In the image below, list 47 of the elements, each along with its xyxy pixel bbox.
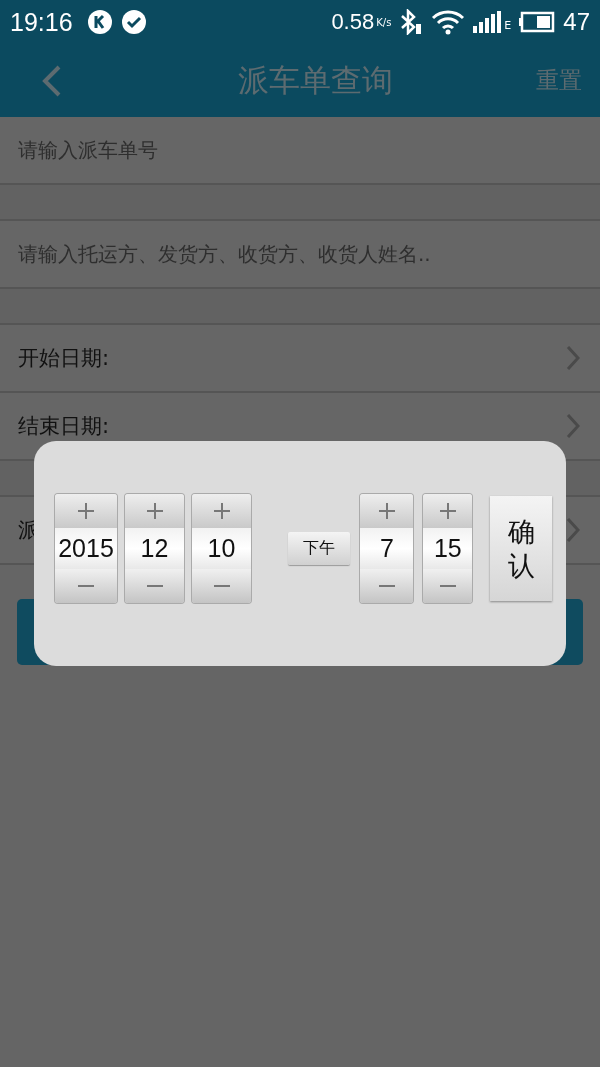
decrement-button[interactable] xyxy=(192,569,251,603)
row-label: 开始日期: xyxy=(18,345,110,372)
plus-icon xyxy=(378,502,395,519)
row-label: 结束日期: xyxy=(18,413,110,440)
network-type: E xyxy=(504,19,512,32)
spinner-value: 7 xyxy=(360,527,414,570)
chevron-right-icon xyxy=(566,413,580,439)
am-pm-toggle[interactable]: 下午 xyxy=(288,532,351,565)
increment-button[interactable] xyxy=(125,494,184,528)
increment-button[interactable] xyxy=(192,494,251,528)
reset-link[interactable]: 重置 xyxy=(536,65,582,96)
battery-level: 47 xyxy=(563,8,590,36)
spinner-value: 12 xyxy=(125,527,184,570)
chevron-right-icon xyxy=(566,517,580,543)
bluetooth-icon xyxy=(399,9,424,35)
minus-icon xyxy=(78,585,94,588)
chevron-right-icon xyxy=(566,345,580,371)
input-field[interactable]: 请输入派车单号 xyxy=(0,117,600,183)
increment-button[interactable] xyxy=(423,494,473,528)
minus-icon xyxy=(439,585,456,588)
spinner-value: 10 xyxy=(192,527,251,570)
k-badge-icon xyxy=(86,9,113,35)
input-field[interactable]: 请输入托运方、发货方、收货方、收货人姓名.. xyxy=(0,221,600,287)
speed-unit: K/s xyxy=(376,16,392,28)
decrement-button[interactable] xyxy=(423,569,473,603)
wifi-icon xyxy=(431,9,466,35)
plus-icon xyxy=(213,502,230,519)
decrement-button[interactable] xyxy=(360,569,414,603)
spinner-value: 2015 xyxy=(55,527,117,570)
confirm-button[interactable]: 确认 xyxy=(490,496,552,601)
increment-button[interactable] xyxy=(55,494,117,528)
decrement-button[interactable] xyxy=(55,569,117,603)
minus-icon xyxy=(378,585,395,588)
network-speed: 0.58 xyxy=(331,9,375,35)
minus-icon xyxy=(146,585,163,588)
signal-icon xyxy=(473,11,504,33)
increment-button[interactable] xyxy=(360,494,414,528)
clock: 19:16 xyxy=(10,7,73,37)
page-title: 派车单查询 xyxy=(236,60,394,100)
battery-icon xyxy=(519,11,556,33)
plus-icon xyxy=(439,502,456,519)
decrement-button[interactable] xyxy=(125,569,184,603)
spinner-value: 15 xyxy=(423,527,473,570)
plus-icon xyxy=(146,502,163,519)
check-circle-icon xyxy=(120,9,147,35)
plus-icon xyxy=(78,502,94,519)
minus-icon xyxy=(213,585,230,588)
